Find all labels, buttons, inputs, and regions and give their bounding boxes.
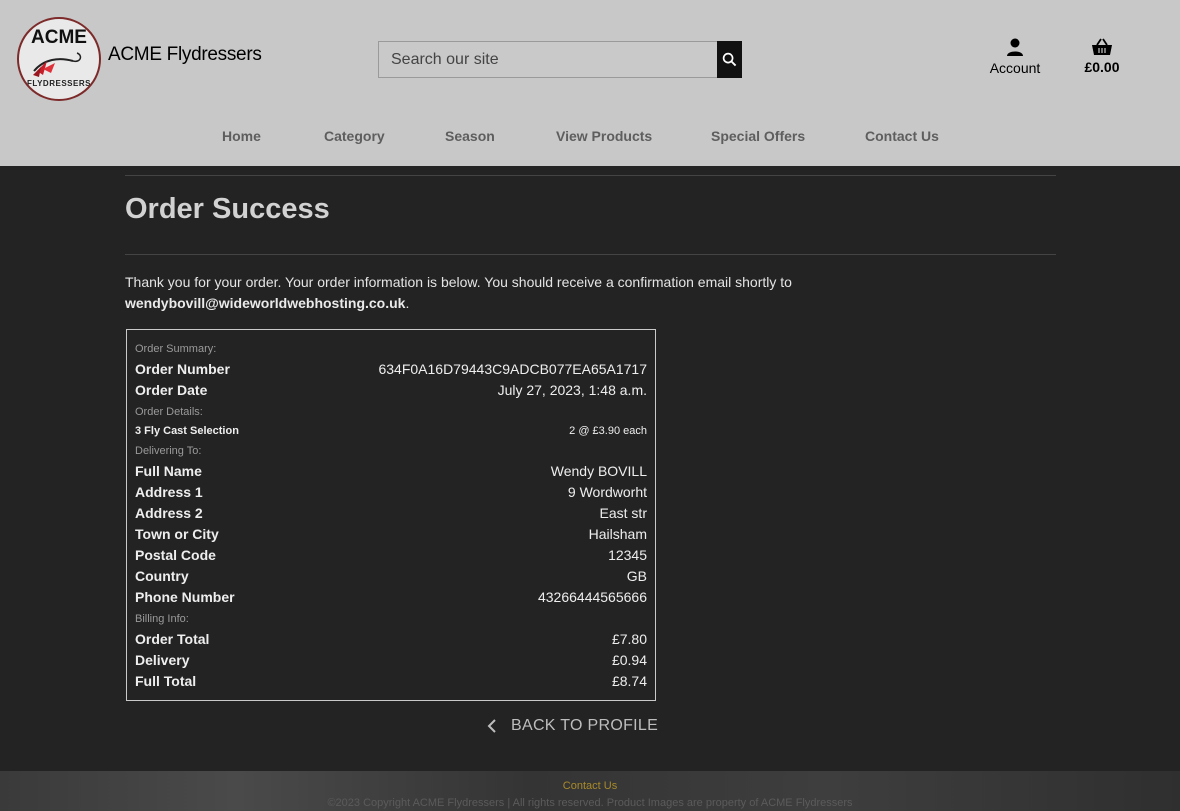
delivering-to-heading: Delivering To: [135, 445, 202, 457]
nav-view-products[interactable]: View Products [556, 128, 652, 144]
site-footer: Contact Us ©2023 Copyright ACME Flydress… [0, 771, 1180, 811]
site-header: ACME FLYDRESSERS ACME Flydressers Accoun… [0, 0, 1180, 166]
customer-email: wendybovill@wideworldwebhosting.co.uk [125, 295, 406, 311]
divider [125, 175, 1056, 176]
full-name-row: Full Name Wendy BOVILL [135, 463, 647, 483]
fly-lure-icon [33, 52, 82, 77]
logo-subtext: FLYDRESSERS [27, 79, 91, 88]
billing-info-heading: Billing Info: [135, 613, 189, 625]
full-total-row: Full Total £8.74 [135, 673, 647, 693]
item-quantity: 2 @ £3.90 each [569, 425, 647, 437]
country-label: Country [135, 568, 189, 584]
account-link[interactable]: Account [985, 38, 1045, 76]
cart-total: £0.00 [1084, 59, 1120, 75]
order-number-value: 634F0A16D79443C9ADCB077EA65A1717 [378, 361, 647, 377]
item-name: 3 Fly Cast Selection [135, 425, 239, 437]
order-details-heading: Order Details: [135, 406, 203, 418]
postal-code-value: 12345 [608, 547, 647, 563]
search-button[interactable] [717, 41, 742, 78]
address2-label: Address 2 [135, 505, 203, 521]
full-total-value: £8.74 [611, 673, 647, 689]
postal-code-row: Postal Code 12345 [135, 547, 647, 567]
order-intro: Thank you for your order. Your order inf… [125, 272, 845, 314]
chevron-left-icon [487, 719, 496, 733]
full-name-value: Wendy BOVILL [550, 463, 647, 479]
town-value: Hailsham [588, 526, 647, 542]
account-label: Account [989, 60, 1041, 76]
address1-value: 9 Wordworht [567, 484, 647, 500]
order-summary-heading: Order Summary: [135, 343, 217, 355]
address2-value: East str [599, 505, 647, 521]
phone-value: 43266444565666 [537, 589, 647, 605]
address1-label: Address 1 [135, 484, 203, 500]
main-nav: Home Category Season View Products Speci… [0, 128, 1180, 150]
nav-season[interactable]: Season [445, 128, 495, 144]
nav-contact-us[interactable]: Contact Us [865, 128, 939, 144]
full-name-label: Full Name [135, 463, 202, 479]
divider [125, 254, 1056, 255]
order-summary-box: Order Summary: Order Number 634F0A16D794… [126, 329, 656, 701]
logo-text: ACME [31, 27, 87, 48]
delivery-label: Delivery [135, 652, 190, 668]
full-total-label: Full Total [135, 673, 197, 689]
search-icon [722, 52, 737, 67]
search-bar [378, 41, 742, 78]
brand-name[interactable]: ACME Flydressers [108, 44, 262, 66]
order-number-label: Order Number [135, 361, 230, 377]
back-to-profile-label: BACK TO PROFILE [511, 717, 659, 734]
footer-copyright: ©2023 Copyright ACME Flydressers | All r… [327, 797, 853, 809]
footer-contact-link: Contact Us [0, 780, 1180, 792]
user-icon [1007, 38, 1023, 56]
address1-row: Address 1 9 Wordworht [135, 484, 647, 504]
country-value: GB [626, 568, 647, 584]
order-date-row: Order Date July 27, 2023, 1:48 a.m. [135, 382, 647, 402]
order-item-row: 3 Fly Cast Selection 2 @ £3.90 each [135, 422, 647, 442]
site-logo[interactable]: ACME FLYDRESSERS [17, 17, 101, 101]
phone-row: Phone Number 43266444565666 [135, 589, 647, 609]
town-row: Town or City Hailsham [135, 526, 647, 546]
page-title: Order Success [125, 193, 330, 225]
nav-home[interactable]: Home [222, 128, 261, 144]
country-row: Country GB [135, 568, 647, 588]
nav-special-offers[interactable]: Special Offers [711, 128, 805, 144]
email-suffix: . [405, 295, 410, 311]
back-to-profile-button[interactable]: BACK TO PROFILE [487, 717, 658, 735]
phone-label: Phone Number [135, 589, 235, 605]
delivery-value: £0.94 [611, 652, 647, 668]
order-total-row: Order Total £7.80 [135, 631, 647, 651]
order-number-row: Order Number 634F0A16D79443C9ADCB077EA65… [135, 361, 647, 381]
search-input[interactable] [379, 42, 717, 77]
order-total-label: Order Total [135, 631, 210, 647]
nav-category[interactable]: Category [324, 128, 385, 144]
order-date-value: July 27, 2023, 1:48 a.m. [497, 382, 647, 398]
basket-icon [1092, 38, 1112, 55]
town-label: Town or City [135, 526, 219, 542]
order-date-label: Order Date [135, 382, 208, 398]
order-total-value: £7.80 [611, 631, 647, 647]
footer-contact-label[interactable]: Contact Us [563, 780, 617, 792]
intro-text: Thank you for your order. Your order inf… [125, 274, 792, 290]
postal-code-label: Postal Code [135, 547, 216, 563]
address2-row: Address 2 East str [135, 505, 647, 525]
cart-link[interactable]: £0.00 [1078, 38, 1126, 75]
delivery-row: Delivery £0.94 [135, 652, 647, 672]
